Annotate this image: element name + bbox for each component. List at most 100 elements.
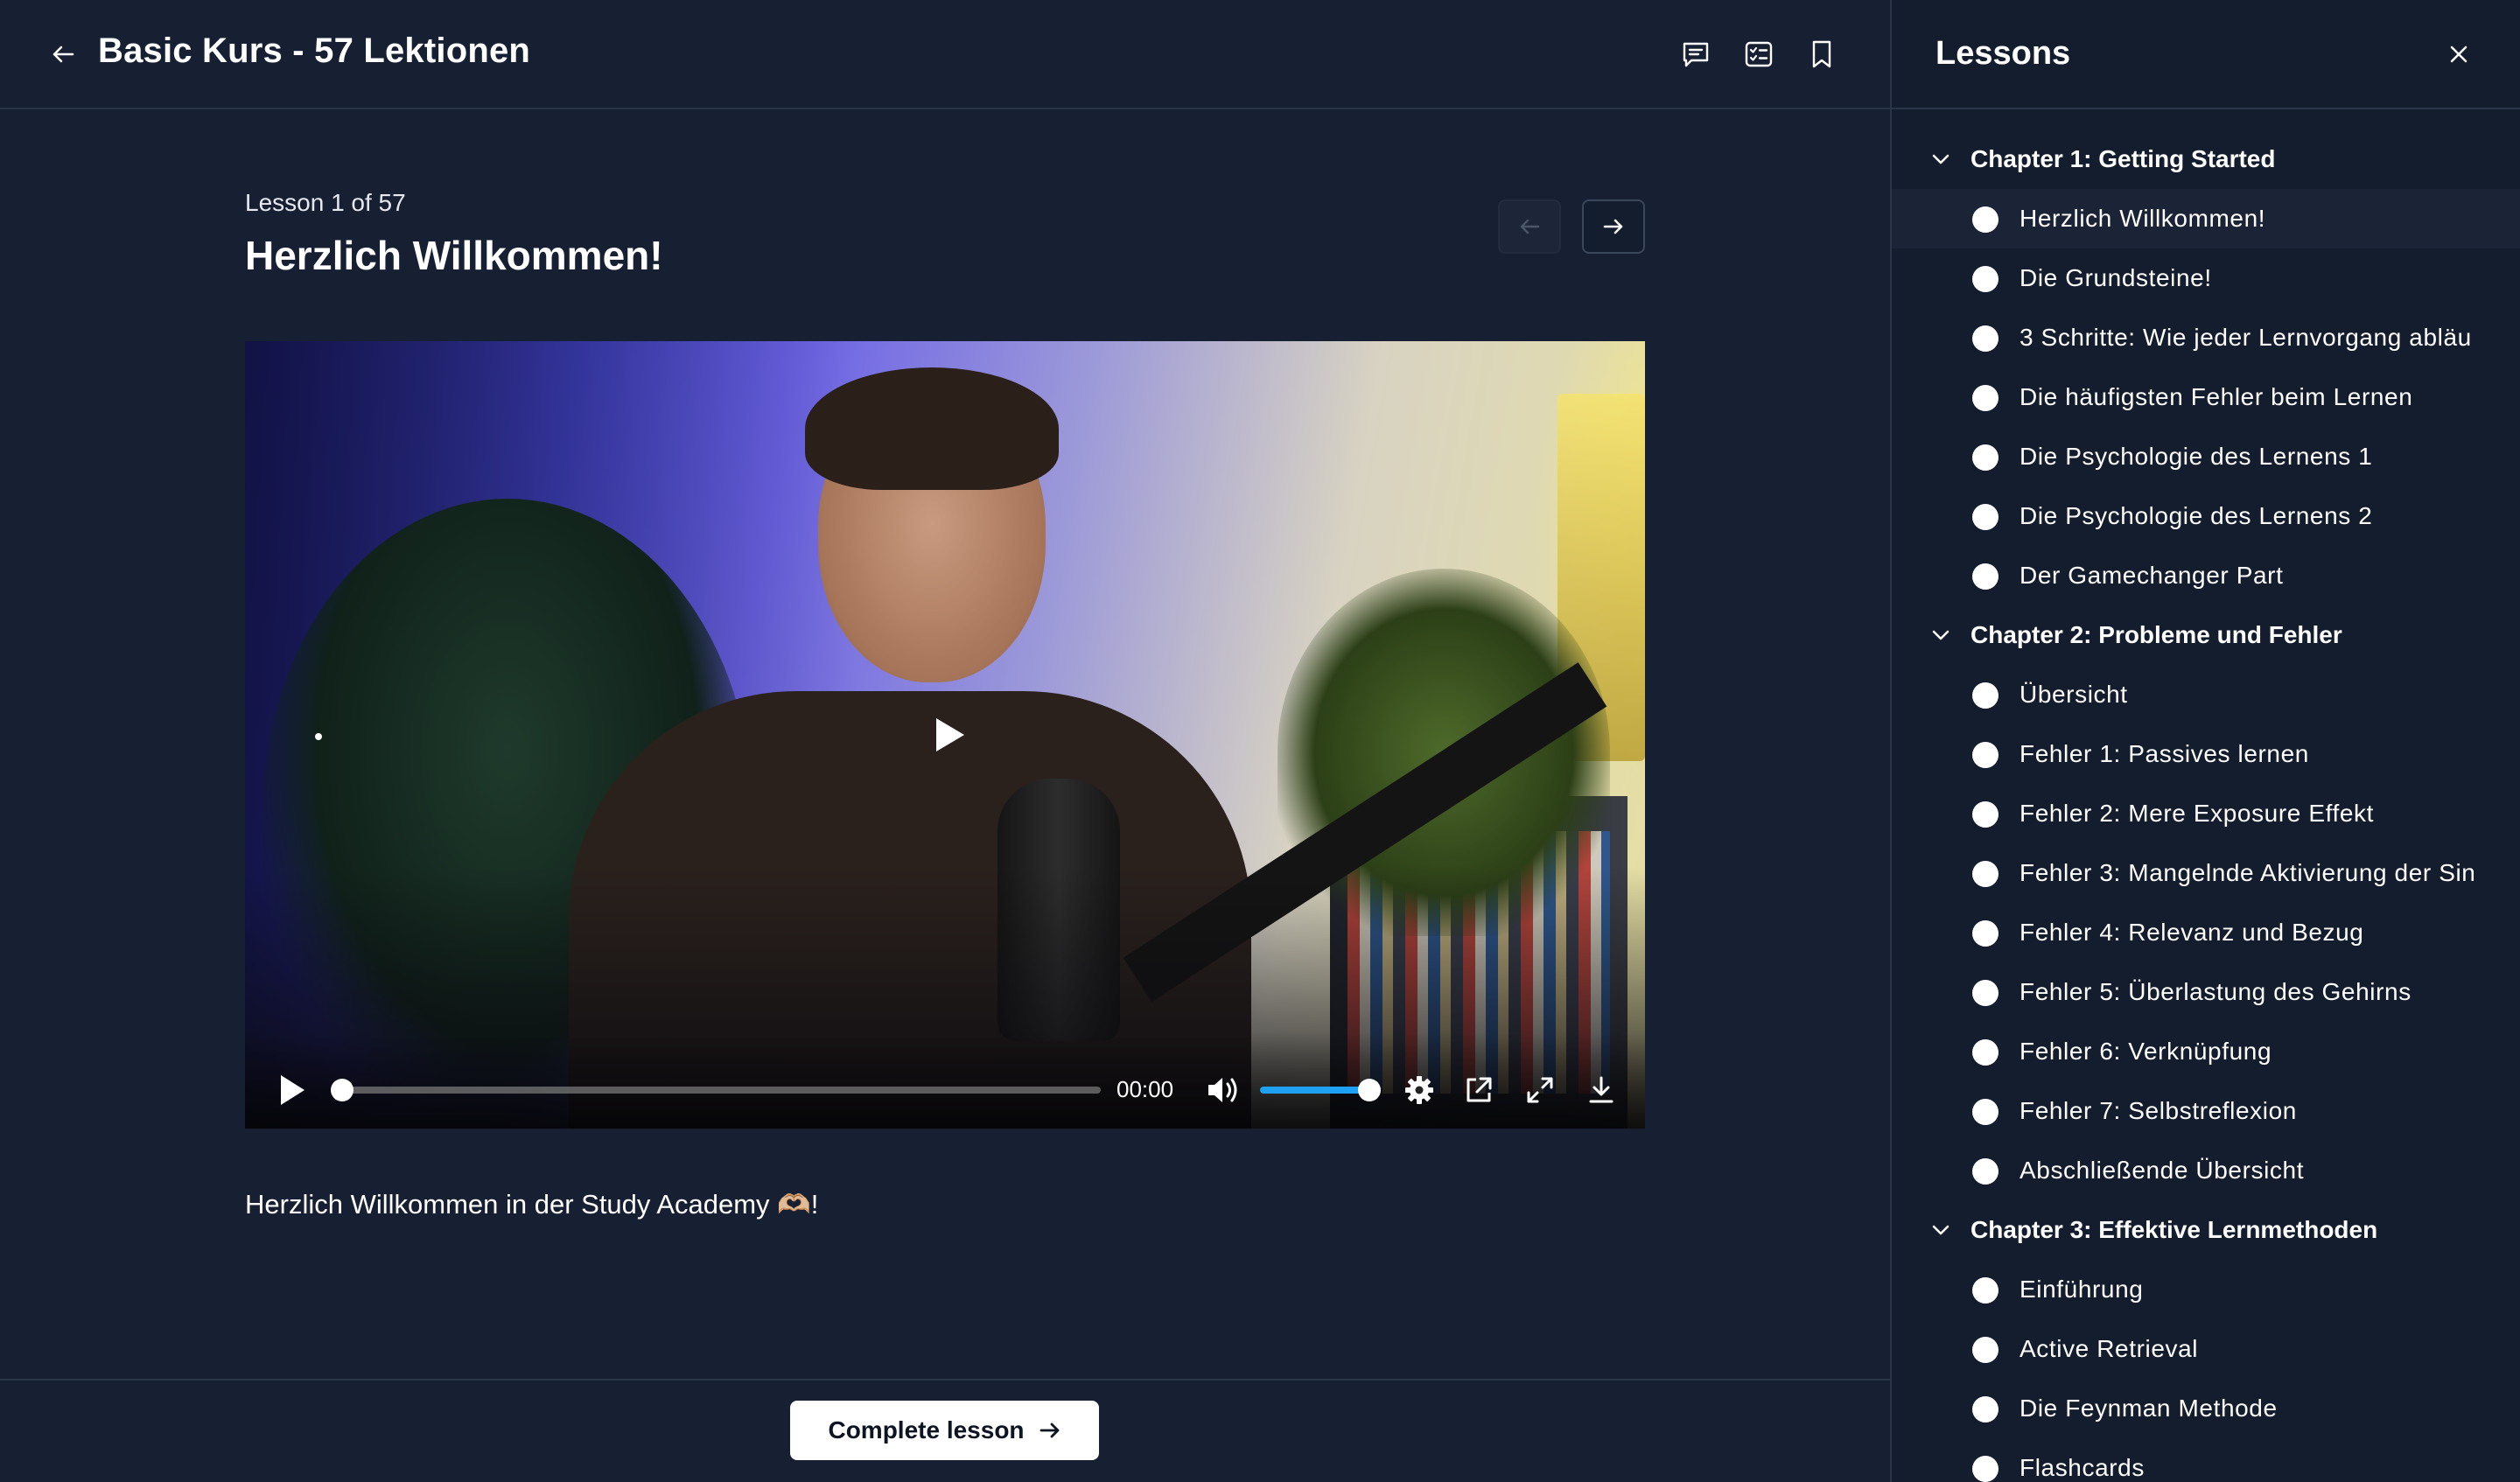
- seek-bar[interactable]: [331, 1079, 1101, 1101]
- lesson-label: Die häufigsten Fehler beim Lernen: [2020, 383, 2413, 410]
- lesson-item[interactable]: Einführung: [1892, 1260, 2520, 1319]
- lesson-status-circle: [1972, 980, 1998, 1006]
- lesson-item[interactable]: Die Feynman Methode: [1892, 1379, 2520, 1438]
- lesson-description: Herzlich Willkommen in der Study Academy…: [245, 1189, 819, 1220]
- lesson-label: Active Retrieval: [2020, 1335, 2199, 1362]
- chevron-down-icon: [1932, 630, 1950, 640]
- chapter-label: Chapter 3: Effektive Lernmethoden: [1970, 1216, 2378, 1243]
- lesson-status-circle: [1972, 1158, 1998, 1185]
- chevron-down-icon: [1932, 1225, 1950, 1235]
- lesson-item[interactable]: Fehler 6: Verknüpfung: [1892, 1022, 2520, 1081]
- comment-icon: [1683, 42, 1709, 67]
- lesson-status-circle: [1972, 1396, 1998, 1423]
- chapter-label: Chapter 2: Probleme und Fehler: [1970, 621, 2342, 648]
- lessons-sidebar: Lessons Chapter 1: Getting Started Herzl…: [1890, 0, 2520, 1482]
- lesson-status-circle: [1972, 920, 1998, 947]
- checklist-button[interactable]: [1740, 35, 1778, 73]
- chapter-1-header[interactable]: Chapter 1: Getting Started: [1892, 129, 2520, 189]
- gear-icon: [1405, 1076, 1433, 1104]
- lesson-item[interactable]: Die häufigsten Fehler beim Lernen: [1892, 367, 2520, 427]
- download-button[interactable]: [1584, 1073, 1619, 1108]
- lesson-label: Fehler 5: Überlastung des Gehirns: [2020, 978, 2412, 1005]
- bookmark-button[interactable]: [1802, 35, 1841, 73]
- lesson-status-circle: [1972, 742, 1998, 768]
- close-sidebar-button[interactable]: [2443, 38, 2474, 70]
- close-icon: [2450, 45, 2468, 63]
- lesson-item[interactable]: Fehler 2: Mere Exposure Effekt: [1892, 784, 2520, 843]
- volume-thumb[interactable]: [1358, 1079, 1381, 1101]
- lesson-item[interactable]: Fehler 1: Passives lernen: [1892, 724, 2520, 784]
- center-play-icon[interactable]: [933, 716, 968, 754]
- popout-button[interactable]: [1461, 1073, 1496, 1108]
- arrow-right-icon: [1603, 219, 1623, 234]
- lesson-item[interactable]: Der Gamechanger Part: [1892, 546, 2520, 605]
- lesson-label: Einführung: [2020, 1276, 2144, 1303]
- complete-lesson-button[interactable]: Complete lesson: [790, 1401, 1099, 1460]
- lesson-item[interactable]: 3 Schritte: Wie jeder Lernvorgang abläu: [1892, 308, 2520, 367]
- settings-button[interactable]: [1402, 1073, 1437, 1108]
- lesson-item[interactable]: Abschließende Übersicht: [1892, 1141, 2520, 1200]
- play-icon: [281, 1075, 304, 1105]
- top-toolbar: [1676, 35, 1841, 73]
- top-bar: Basic Kurs - 57 Lektionen: [0, 0, 1890, 109]
- lesson-label: Fehler 4: Relevanz und Bezug: [2020, 919, 2364, 946]
- fullscreen-button[interactable]: [1522, 1073, 1558, 1108]
- lesson-label: Der Gamechanger Part: [2020, 562, 2284, 589]
- lesson-item[interactable]: Flashcards: [1892, 1438, 2520, 1482]
- complete-lesson-label: Complete lesson: [828, 1416, 1025, 1444]
- lesson-label: Die Grundsteine!: [2020, 264, 2212, 291]
- lesson-item[interactable]: Die Psychologie des Lernens 2: [1892, 486, 2520, 546]
- lesson-item[interactable]: Herzlich Willkommen!: [1892, 189, 2520, 248]
- lesson-item[interactable]: Fehler 4: Relevanz und Bezug: [1892, 903, 2520, 962]
- seek-thumb[interactable]: [331, 1079, 354, 1101]
- chevron-down-icon: [1932, 154, 1950, 164]
- lesson-status-circle: [1972, 504, 1998, 530]
- lesson-status-circle: [1972, 1099, 1998, 1125]
- lesson-label: Die Psychologie des Lernens 1: [2020, 443, 2373, 470]
- lesson-title: Herzlich Willkommen!: [245, 233, 663, 278]
- fullscreen-icon: [1527, 1077, 1553, 1103]
- back-button[interactable]: [46, 38, 80, 70]
- volume-slider[interactable]: [1260, 1079, 1381, 1101]
- lesson-label: Fehler 7: Selbstreflexion: [2020, 1097, 2297, 1124]
- lesson-item[interactable]: Fehler 7: Selbstreflexion: [1892, 1081, 2520, 1141]
- lesson-status-circle: [1972, 1456, 1998, 1482]
- lesson-status-circle: [1972, 385, 1998, 411]
- lesson-status-circle: [1972, 682, 1998, 709]
- previous-lesson-button[interactable]: [1498, 199, 1561, 254]
- lesson-item[interactable]: Die Psychologie des Lernens 1: [1892, 427, 2520, 486]
- lesson-list: Chapter 1: Getting Started Herzlich Will…: [1892, 129, 2520, 1482]
- lesson-item[interactable]: Übersicht: [1892, 665, 2520, 724]
- play-button[interactable]: [275, 1071, 310, 1109]
- lesson-item[interactable]: Fehler 3: Mangelnde Aktivierung der Sin: [1892, 843, 2520, 903]
- checklist-icon: [1745, 41, 1773, 67]
- course-title: Basic Kurs - 57 Lektionen: [98, 31, 531, 70]
- chapter-2-header[interactable]: Chapter 2: Probleme und Fehler: [1892, 605, 2520, 665]
- lesson-item[interactable]: Fehler 5: Überlastung des Gehirns: [1892, 962, 2520, 1022]
- arrow-left-icon: [1520, 219, 1540, 234]
- lesson-label: Flashcards: [2020, 1454, 2145, 1481]
- lesson-status-circle: [1972, 563, 1998, 590]
- video-player[interactable]: 00:00: [245, 341, 1645, 1129]
- bookmark-icon: [1812, 40, 1831, 68]
- lesson-label: Fehler 6: Verknüpfung: [2020, 1038, 2272, 1065]
- volume-icon: [1208, 1078, 1237, 1102]
- download-icon: [1589, 1076, 1614, 1103]
- lesson-status-circle: [1972, 444, 1998, 471]
- video-dot: [315, 733, 322, 740]
- lesson-label: Die Feynman Methode: [2020, 1395, 2278, 1422]
- lesson-status-circle: [1972, 861, 1998, 887]
- lesson-item[interactable]: Die Grundsteine!: [1892, 248, 2520, 308]
- lesson-status-circle: [1972, 325, 1998, 352]
- comments-button[interactable]: [1676, 35, 1715, 73]
- lesson-status-circle: [1972, 1277, 1998, 1304]
- lesson-label: 3 Schritte: Wie jeder Lernvorgang abläu: [2020, 324, 2472, 351]
- lesson-label: Abschließende Übersicht: [2020, 1157, 2305, 1184]
- lesson-label: Fehler 1: Passives lernen: [2020, 740, 2309, 767]
- external-link-icon: [1466, 1077, 1492, 1102]
- chapter-3-header[interactable]: Chapter 3: Effektive Lernmethoden: [1892, 1200, 2520, 1260]
- next-lesson-button[interactable]: [1582, 199, 1645, 254]
- mute-button[interactable]: [1204, 1073, 1242, 1108]
- lesson-item[interactable]: Active Retrieval: [1892, 1319, 2520, 1379]
- lesson-label: Fehler 2: Mere Exposure Effekt: [2020, 800, 2374, 827]
